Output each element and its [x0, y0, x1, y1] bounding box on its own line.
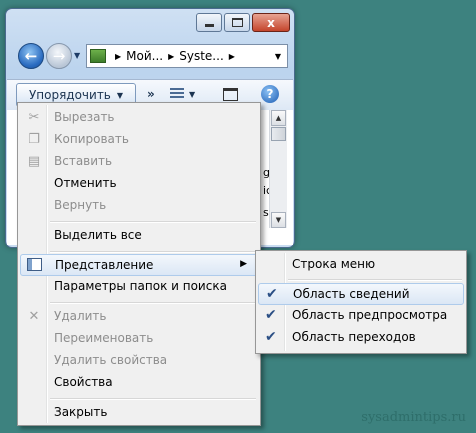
item-text-fragment: s	[263, 206, 269, 219]
layout-submenu: Строка меню ✔ Область сведений ✔ Область…	[255, 250, 467, 354]
menu-item-remove-properties[interactable]: Удалить свойства	[20, 350, 258, 372]
forward-button[interactable]: →	[46, 43, 72, 69]
menu-item-label: Переименовать	[54, 331, 154, 345]
menu-item-rename[interactable]: Переименовать	[20, 328, 258, 350]
maximize-button[interactable]	[224, 13, 250, 32]
menu-item-label: Параметры папок и поиска	[54, 279, 227, 293]
menu-item-label: Вставить	[54, 154, 113, 168]
paste-icon: ▤	[27, 154, 41, 169]
submenu-item-label: Область предпросмотра	[292, 308, 448, 322]
submenu-item-preview-pane[interactable]: ✔ Область предпросмотра	[258, 305, 464, 327]
back-button[interactable]: ←	[18, 43, 44, 69]
menu-item-copy[interactable]: ❐ Копировать	[20, 129, 258, 151]
menu-item-label: Копировать	[54, 132, 129, 146]
submenu-item-navigation-pane[interactable]: ✔ Область переходов	[258, 327, 464, 349]
menu-item-properties[interactable]: Свойства	[20, 372, 258, 394]
menu-item-paste[interactable]: ▤ Вставить	[20, 151, 258, 173]
breadcrumb-separator-icon[interactable]: ▶	[115, 52, 121, 61]
address-dropdown-icon[interactable]: ▼	[275, 52, 281, 61]
close-icon: x	[267, 15, 275, 30]
scroll-up-icon[interactable]: ▲	[271, 110, 286, 126]
checkmark-icon: ✔	[266, 286, 278, 302]
menu-item-select-all[interactable]: Выделить все	[20, 225, 258, 247]
minimize-button[interactable]	[196, 13, 222, 32]
forward-arrow-icon: →	[52, 47, 66, 65]
recent-pages-dropdown[interactable]: ▼	[74, 51, 80, 60]
details-view-icon	[170, 88, 184, 100]
menu-separator	[50, 302, 256, 304]
menu-item-label: Представление	[55, 258, 154, 272]
checkmark-icon: ✔	[265, 329, 277, 345]
help-icon[interactable]: ?	[261, 85, 279, 103]
menu-item-delete[interactable]: ✕ Удалить	[20, 306, 258, 328]
menu-separator	[50, 221, 256, 223]
submenu-item-label: Строка меню	[292, 257, 376, 271]
menu-item-label: Выделить все	[54, 228, 142, 242]
minimize-icon	[204, 24, 214, 27]
submenu-item-menu-bar[interactable]: Строка меню	[258, 254, 464, 276]
menu-item-label: Свойства	[54, 375, 113, 389]
site-watermark: sysadmintips.ru	[361, 410, 466, 425]
menu-item-label: Отменить	[54, 176, 117, 190]
control-panel-icon	[90, 49, 106, 63]
chevron-down-icon: ▼	[189, 89, 196, 99]
submenu-item-label: Область сведений	[293, 287, 410, 301]
change-view-button[interactable]: ▼	[170, 88, 195, 100]
back-arrow-icon: ←	[24, 47, 38, 65]
organize-label: Упорядочить	[28, 88, 111, 102]
breadcrumb-separator-icon[interactable]: ▶	[229, 52, 235, 61]
copy-icon: ❐	[28, 132, 40, 147]
submenu-arrow-icon: ▶	[240, 259, 247, 269]
menu-item-label: Вырезать	[54, 110, 115, 124]
close-button[interactable]: x	[252, 13, 290, 32]
menu-separator	[50, 398, 256, 400]
menu-item-cut[interactable]: ✂ Вырезать	[20, 107, 258, 129]
menu-item-label: Удалить	[54, 309, 107, 323]
breadcrumb-item[interactable]: Мой...	[126, 49, 163, 63]
vertical-scrollbar[interactable]: ▲ ▼	[269, 110, 287, 228]
layout-icon	[27, 258, 42, 271]
organize-menu: ✂ Вырезать ❐ Копировать ▤ Вставить Отмен…	[17, 102, 261, 426]
menu-separator	[50, 251, 256, 253]
menu-separator	[288, 279, 462, 281]
checkmark-icon: ✔	[265, 307, 277, 323]
chevron-down-icon: ▼	[116, 90, 124, 100]
navigation-bar: ← → ▼ ▶ Мой... ▶ Syste... ▶ ▼	[16, 42, 288, 72]
scissors-icon: ✂	[28, 110, 40, 125]
scroll-down-icon[interactable]: ▼	[271, 212, 286, 228]
delete-icon: ✕	[28, 309, 40, 324]
menu-item-redo[interactable]: Вернуть	[20, 195, 258, 217]
breadcrumb-item[interactable]: Syste...	[179, 49, 224, 63]
breadcrumb-separator-icon[interactable]: ▶	[168, 52, 174, 61]
scrollbar-thumb[interactable]	[271, 127, 286, 141]
menu-item-label: Удалить свойства	[54, 353, 168, 367]
preview-pane-toggle-icon[interactable]	[223, 88, 238, 101]
menu-item-layout[interactable]: Представление ▶	[20, 254, 258, 276]
menu-item-folder-options[interactable]: Параметры папок и поиска	[20, 276, 258, 298]
menu-item-label: Вернуть	[54, 198, 107, 212]
submenu-item-label: Область переходов	[292, 330, 416, 344]
menu-item-close[interactable]: Закрыть	[20, 402, 258, 424]
more-commands-button[interactable]: »	[147, 87, 155, 101]
address-bar[interactable]: ▶ Мой... ▶ Syste... ▶ ▼	[86, 44, 288, 68]
submenu-item-details-pane[interactable]: ✔ Область сведений	[258, 283, 464, 305]
menu-item-label: Закрыть	[54, 405, 108, 419]
maximize-icon	[231, 18, 243, 27]
menu-item-undo[interactable]: Отменить	[20, 173, 258, 195]
